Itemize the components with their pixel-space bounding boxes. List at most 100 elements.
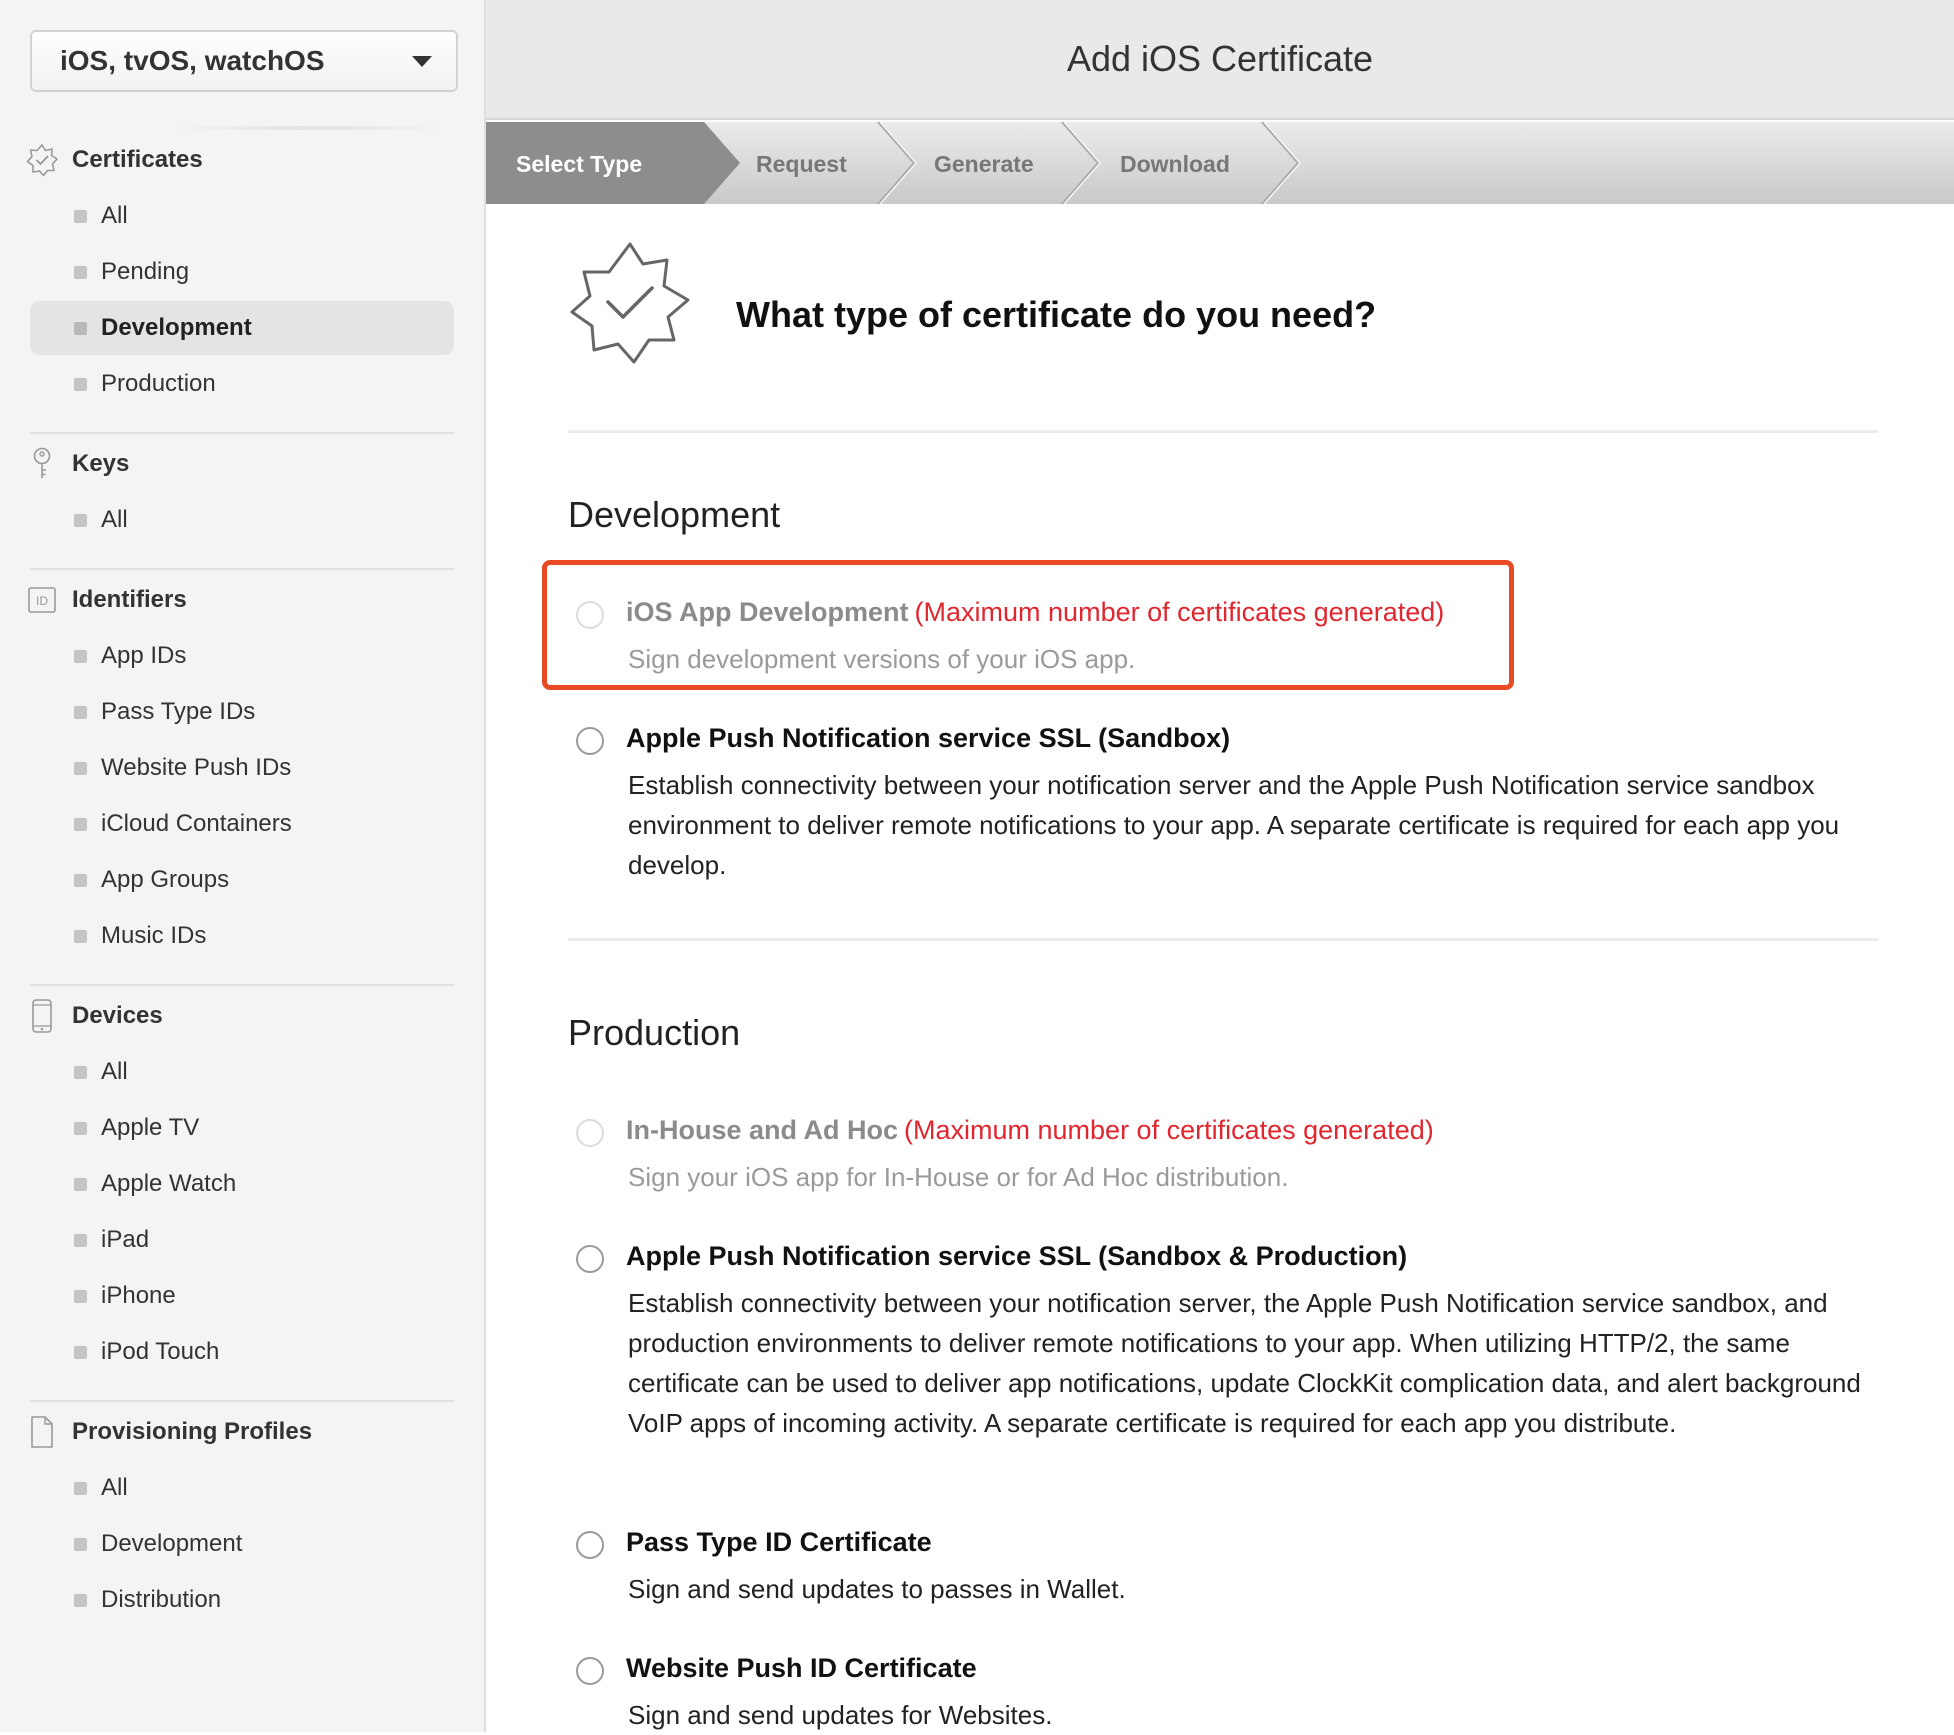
option-name: Apple Push Notification service SSL (San… (626, 1241, 1408, 1271)
section-provisioning-profiles-label: Provisioning Profiles (72, 1418, 313, 1445)
step-separator (879, 122, 917, 204)
option-name: Pass Type ID Certificate (626, 1527, 932, 1557)
sidebar-item-label: All (101, 1058, 128, 1085)
sidebar-divider (30, 984, 454, 986)
step-progress-bar: Select Type Request Generate Download (486, 122, 1954, 204)
bullet-icon (74, 929, 87, 943)
sidebar-item-certificates-all[interactable]: All (30, 189, 454, 243)
bullet-icon (74, 1177, 87, 1191)
sidebar-item-music-ids[interactable]: Music IDs (30, 909, 454, 963)
section-keys: Keys (24, 444, 129, 484)
sidebar-item-ipad[interactable]: iPad (30, 1213, 454, 1267)
sidebar-item-label: iPad (101, 1226, 150, 1253)
sidebar-item-label: iPod Touch (101, 1338, 220, 1365)
sidebar-item-certificates-production[interactable]: Production (30, 357, 454, 411)
option-description: Establish connectivity between your noti… (628, 770, 1840, 880)
bullet-icon (74, 817, 87, 831)
bullet-icon (74, 377, 87, 391)
sidebar-item-certificates-development[interactable]: Development (30, 301, 454, 355)
sidebar-item-profiles-distribution[interactable]: Distribution (30, 1573, 454, 1627)
sidebar-item-website-push-ids[interactable]: Website Push IDs (30, 741, 454, 795)
bullet-icon (74, 1481, 87, 1495)
question-title: What type of certificate do you need? (736, 294, 1377, 335)
step-request: Request (756, 151, 847, 177)
sidebar-item-label: Pending (101, 258, 190, 285)
platform-select[interactable]: iOS, tvOS, watchOS (30, 30, 458, 92)
development-heading: Development (568, 494, 781, 535)
key-icon (24, 446, 60, 482)
sidebar-item-label: Website Push IDs (101, 754, 292, 781)
option-title: Apple Push Notification service SSL (San… (626, 723, 1230, 754)
max-certificates-warning: (Maximum number of certificates generate… (904, 1115, 1434, 1145)
bullet-icon (74, 1289, 87, 1303)
radio-in-house-ad-hoc (576, 1119, 604, 1147)
sidebar-item-app-groups[interactable]: App Groups (30, 853, 454, 907)
id-icon: ID (24, 582, 60, 618)
option-description: Sign your iOS app for In-House or for Ad… (628, 1162, 1289, 1192)
bullet-icon (74, 1593, 87, 1607)
section-divider (568, 430, 1878, 433)
bullet-icon (74, 705, 87, 719)
radio-apns-sandbox-production[interactable] (576, 1245, 604, 1273)
sidebar-item-profiles-all[interactable]: All (30, 1461, 454, 1515)
option-title: Website Push ID Certificate (626, 1653, 977, 1684)
platform-select-label: iOS, tvOS, watchOS (60, 45, 325, 76)
sidebar-item-label: Development (101, 314, 252, 341)
option-title: Pass Type ID Certificate (626, 1527, 932, 1558)
sidebar-item-ipod-touch[interactable]: iPod Touch (30, 1325, 454, 1379)
sidebar-item-label: Distribution (101, 1586, 222, 1613)
bullet-icon (74, 873, 87, 887)
sidebar-item-label: Development (101, 1530, 243, 1557)
option-title: Apple Push Notification service SSL (San… (626, 1241, 1407, 1272)
bullet-icon (74, 761, 87, 775)
sidebar-item-certificates-pending[interactable]: Pending (30, 245, 454, 299)
select-shadow (170, 126, 450, 130)
sidebar-item-label: Apple Watch (101, 1170, 237, 1197)
sidebar-item-label: iPhone (101, 1282, 176, 1309)
step-select-type: Select Type (516, 151, 642, 177)
section-identifiers-label: Identifiers (72, 586, 187, 613)
sidebar-item-keys-all[interactable]: All (30, 493, 454, 547)
option-description: Sign and send updates to passes in Walle… (628, 1574, 1126, 1604)
sidebar-item-app-ids[interactable]: App IDs (30, 629, 454, 683)
option-title: In-House and Ad Hoc (Maximum number of ce… (626, 1115, 1434, 1146)
sidebar-item-pass-type-ids[interactable]: Pass Type IDs (30, 685, 454, 739)
option-name: Apple Push Notification service SSL (San… (626, 723, 1231, 753)
sidebar-divider (30, 568, 454, 570)
section-divider (568, 938, 1878, 941)
sidebar-divider (30, 1400, 454, 1402)
sidebar-item-label: App Groups (101, 866, 230, 893)
option-name: In-House and Ad Hoc (626, 1115, 899, 1145)
sidebar-item-apple-watch[interactable]: Apple Watch (30, 1157, 454, 1211)
sidebar-item-profiles-development[interactable]: Development (30, 1517, 454, 1571)
section-certificates-label: Certificates (72, 146, 203, 173)
radio-pass-type-id[interactable] (576, 1531, 604, 1559)
page-title: Add iOS Certificate (1066, 38, 1374, 79)
sidebar-item-label: Pass Type IDs (101, 698, 256, 725)
sidebar-item-iphone[interactable]: iPhone (30, 1269, 454, 1323)
production-heading: Production (568, 1012, 741, 1053)
step-separator (1261, 122, 1300, 204)
section-devices-label: Devices (72, 1002, 163, 1029)
option-name: Website Push ID Certificate (626, 1653, 977, 1683)
radio-apns-sandbox[interactable] (576, 727, 604, 755)
section-provisioning-profiles: Provisioning Profiles (24, 1412, 312, 1452)
sidebar-item-icloud-containers[interactable]: iCloud Containers (30, 797, 454, 851)
bullet-icon (74, 265, 87, 279)
bullet-icon (74, 321, 87, 335)
sidebar-item-label: App IDs (101, 642, 187, 669)
bullet-icon (74, 649, 87, 663)
radio-website-push-id[interactable] (576, 1657, 604, 1685)
step-separator (877, 122, 916, 204)
sidebar-item-devices-all[interactable]: All (30, 1045, 454, 1099)
chevron-down-icon (412, 55, 432, 67)
title-bar: Add iOS Certificate (486, 0, 1954, 120)
sidebar-item-label: Apple TV (101, 1114, 200, 1141)
sidebar-item-apple-tv[interactable]: Apple TV (30, 1101, 454, 1155)
document-icon (24, 1414, 60, 1450)
bullet-icon (74, 1345, 87, 1359)
section-keys-label: Keys (72, 450, 130, 477)
section-identifiers: ID Identifiers (24, 580, 187, 620)
sidebar-item-label: All (101, 202, 128, 229)
sidebar-divider (30, 432, 454, 434)
